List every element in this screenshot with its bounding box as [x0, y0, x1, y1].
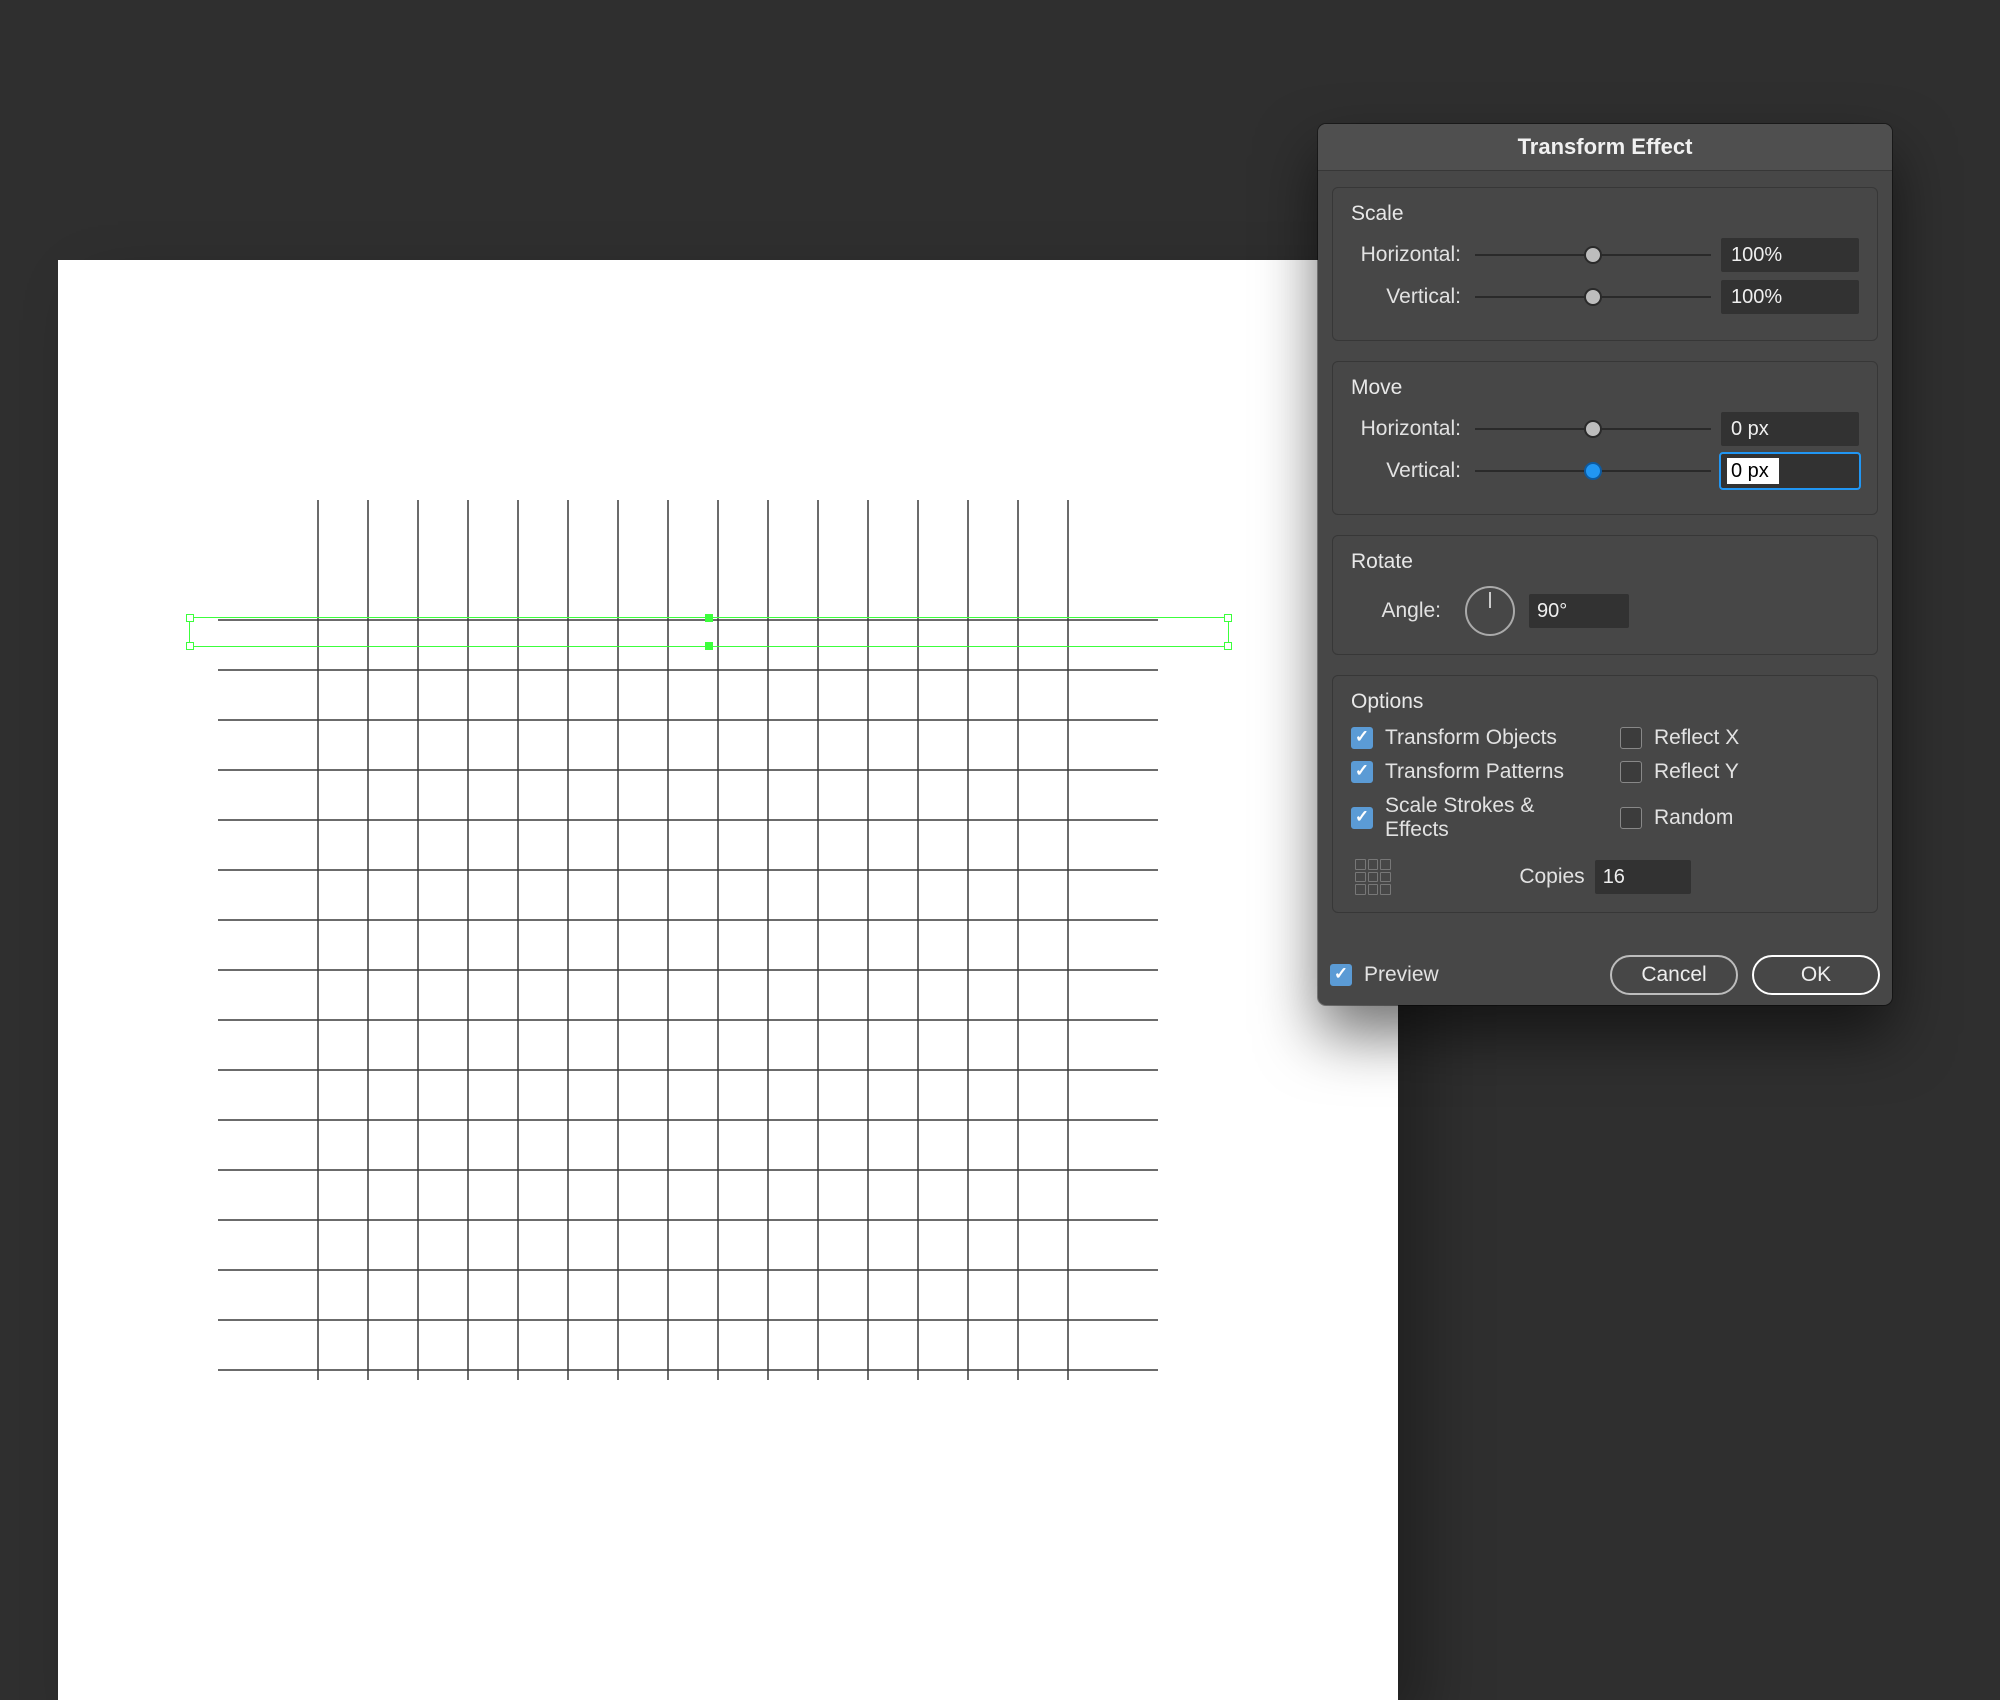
- opt-transform-patterns[interactable]: Transform Patterns: [1351, 760, 1590, 784]
- scale-h-label: Horizontal:: [1351, 243, 1471, 267]
- transform-effect-dialog: Transform Effect Scale Horizontal: Verti…: [1318, 124, 1892, 1005]
- anchor-point-widget[interactable]: [1355, 859, 1391, 895]
- copies-label: Copies: [1519, 865, 1584, 889]
- scale-section: Scale Horizontal: Vertical:: [1332, 187, 1878, 341]
- move-h-field[interactable]: [1721, 412, 1859, 446]
- move-v-slider[interactable]: [1475, 467, 1711, 475]
- opt-random[interactable]: Random: [1620, 794, 1859, 842]
- move-v-label: Vertical:: [1351, 459, 1471, 483]
- grid: [58, 260, 1398, 1700]
- move-h-label: Horizontal:: [1351, 417, 1471, 441]
- opt-transform-objects[interactable]: Transform Objects: [1351, 726, 1590, 750]
- move-v-field[interactable]: [1721, 454, 1859, 488]
- options-section: Options Transform Objects Reflect X Tran…: [1332, 675, 1878, 913]
- scale-v-slider[interactable]: [1475, 293, 1711, 301]
- dialog-title: Transform Effect: [1318, 124, 1892, 171]
- opt-reflect-x[interactable]: Reflect X: [1620, 726, 1859, 750]
- scale-h-slider[interactable]: [1475, 251, 1711, 259]
- angle-dial[interactable]: [1465, 586, 1515, 636]
- scale-v-label: Vertical:: [1351, 285, 1471, 309]
- artboard: [58, 260, 1398, 1700]
- move-h-slider[interactable]: [1475, 425, 1711, 433]
- copies-field[interactable]: [1595, 860, 1691, 894]
- scale-v-field[interactable]: [1721, 280, 1859, 314]
- rotate-section: Rotate Angle:: [1332, 535, 1878, 655]
- move-section: Move Horizontal: Vertical: 0 px: [1332, 361, 1878, 515]
- scale-h-field[interactable]: [1721, 238, 1859, 272]
- ok-button[interactable]: OK: [1752, 955, 1880, 995]
- angle-field[interactable]: [1529, 594, 1629, 628]
- preview-checkbox[interactable]: Preview: [1330, 963, 1439, 987]
- opt-scale-strokes[interactable]: Scale Strokes & Effects: [1351, 794, 1590, 842]
- angle-label: Angle:: [1351, 599, 1451, 623]
- cancel-button[interactable]: Cancel: [1610, 955, 1738, 995]
- opt-reflect-y[interactable]: Reflect Y: [1620, 760, 1859, 784]
